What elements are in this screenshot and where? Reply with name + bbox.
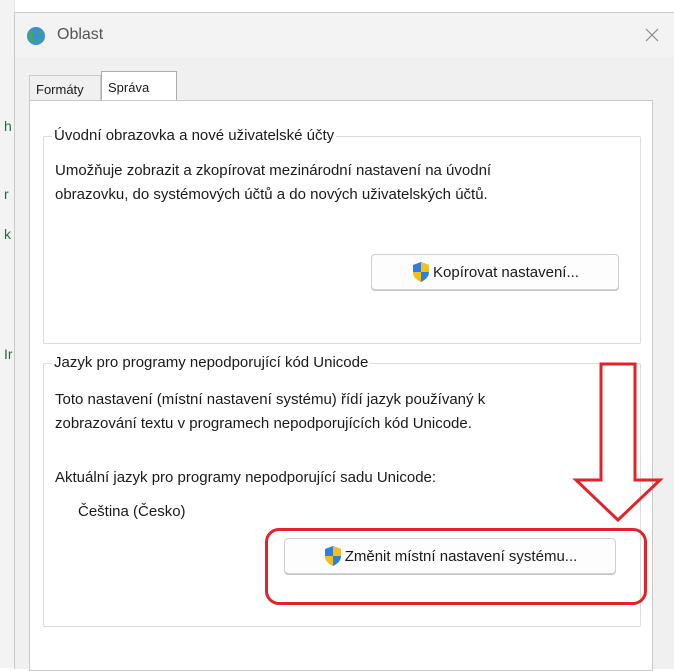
description-line: obrazovku, do systémových účtů a do nový… <box>55 186 488 203</box>
uac-shield-icon <box>413 262 430 282</box>
tab-sprava[interactable]: Správa <box>101 71 177 101</box>
description-line: Toto nastavení (místní nastavení systému… <box>55 391 486 408</box>
tab-formaty[interactable]: Formáty <box>29 75 101 101</box>
welcome-screen-group: Úvodní obrazovka a nové uživatelské účty… <box>43 126 641 344</box>
description-line: Umožňuje zobrazit a zkopírovat mezinárod… <box>55 162 492 179</box>
button-label: Kopírovat nastavení... <box>433 263 579 281</box>
group-description: Toto nastavení (místní nastavení systému… <box>55 388 485 436</box>
background-window-edge: h r k Ir <box>0 0 15 668</box>
background-text-fragment: r <box>4 186 9 202</box>
current-language-value: Čeština (Česko) <box>78 503 186 520</box>
red-down-arrow-annotation <box>572 362 664 523</box>
background-text-fragment: h <box>4 118 12 134</box>
copy-settings-button[interactable]: Kopírovat nastavení... <box>371 254 619 290</box>
description-line: zobrazování textu v programech nepodporu… <box>55 415 472 432</box>
group-description: Umožňuje zobrazit a zkopírovat mezinárod… <box>55 159 491 207</box>
globe-icon <box>27 27 45 45</box>
background-text-fragment: Ir <box>4 346 13 362</box>
window-title: Oblast <box>57 26 104 43</box>
red-highlight-box-annotation <box>265 528 647 605</box>
close-icon <box>645 28 659 42</box>
group-title: Jazyk pro programy nepodporující kód Uni… <box>52 353 371 373</box>
group-title: Úvodní obrazovka a nové uživatelské účty <box>52 126 337 146</box>
current-language-label: Aktuální jazyk pro programy nepodporujíc… <box>55 469 437 486</box>
close-button[interactable] <box>629 13 674 57</box>
background-text-fragment: k <box>4 226 11 242</box>
title-bar[interactable]: Oblast <box>15 13 674 57</box>
